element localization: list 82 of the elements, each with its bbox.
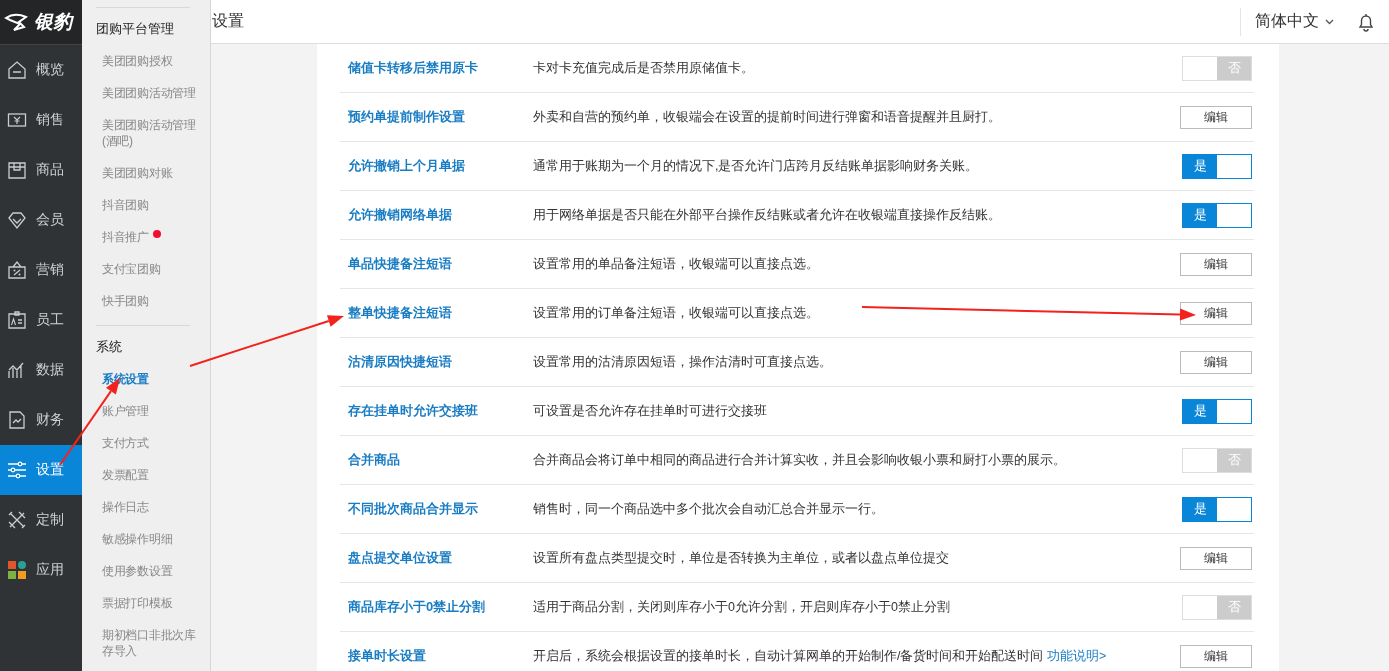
setting-name: 商品库存小于0禁止分割 — [347, 598, 487, 616]
nav-item[interactable]: 财务 — [0, 395, 82, 445]
submenu-item[interactable]: 美团团购活动管理(酒吧) — [96, 117, 206, 149]
toggle-switch[interactable]: 是 — [1182, 202, 1252, 228]
caret-icon — [1325, 18, 1334, 25]
tools-icon — [7, 510, 27, 530]
toggle-switch[interactable]: 是 — [1182, 398, 1252, 424]
setting-description: 可设置是否允许存在挂单时可进行交接班 — [533, 403, 767, 418]
edit-button[interactable]: 编辑 — [1180, 546, 1252, 570]
setting-description: 设置常用的订单备注短语，收银端可以直接点选。 — [533, 305, 819, 320]
toggle-switch[interactable]: 是 — [1182, 153, 1252, 179]
setting-name: 整单快捷备注短语 — [347, 304, 453, 322]
language-selector[interactable]: 简体中文 — [1240, 7, 1346, 36]
submenu-item[interactable]: 美团团购活动管理 — [96, 85, 206, 101]
nav-item[interactable]: 应用 — [0, 545, 82, 595]
setting-description: 销售时，同一个商品选中多个批次会自动汇总合并显示一行。 — [533, 501, 884, 516]
submenu-item[interactable]: 发票配置 — [96, 467, 206, 483]
submenu-item[interactable]: 账户管理 — [96, 403, 206, 419]
nav-item[interactable]: 商品 — [0, 145, 82, 195]
nav-item[interactable]: 数据 — [0, 345, 82, 395]
setting-name: 单品快捷备注短语 — [347, 255, 453, 273]
nav-item[interactable]: 营销 — [0, 245, 82, 295]
setting-name: 预约单提前制作设置 — [347, 108, 466, 126]
setting-description: 适用于商品分割，关闭则库存小于0允许分割，开启则库存小于0禁止分割 — [533, 599, 950, 614]
submenu-item[interactable]: 操作日志 — [96, 499, 206, 515]
apps-icon — [7, 560, 27, 580]
setting-description: 合并商品会将订单中相同的商品进行合并计算实收，并且会影响收银小票和厨打小票的展示。 — [533, 452, 1066, 467]
setting-name: 存在挂单时允许交接班 — [347, 402, 479, 420]
logo-icon — [4, 13, 28, 31]
notification-bell-icon[interactable] — [1356, 11, 1376, 32]
nav-item[interactable]: 员工 — [0, 295, 82, 345]
logo-text: 银豹 — [34, 10, 72, 34]
edit-button[interactable]: 编辑 — [1180, 105, 1252, 129]
discount-icon — [7, 260, 27, 280]
submenu-item[interactable]: 使用参数设置 — [96, 563, 206, 579]
nav-item[interactable]: 定制 — [0, 495, 82, 545]
submenu-item[interactable]: 支付方式 — [96, 435, 206, 451]
menu-group-title: 系统 — [96, 338, 123, 356]
submenu-item[interactable]: 票据打印模板 — [96, 595, 206, 611]
setting-description: 设置常用的单品备注短语，收银端可以直接点选。 — [533, 256, 819, 271]
setting-name: 接单时长设置 — [347, 647, 427, 665]
setting-description: 设置所有盘点类型提交时，单位是否转换为主单位，或者以盘点单位提交 — [533, 550, 949, 565]
setting-name: 合并商品 — [347, 451, 401, 469]
submenu-item[interactable]: 支付宝团购 — [96, 261, 206, 277]
id-card-icon — [7, 310, 27, 330]
nav-item[interactable]: 概览 — [0, 45, 82, 95]
help-link[interactable]: 功能说明> — [1046, 648, 1107, 663]
home-icon — [7, 60, 27, 80]
setting-name: 盘点提交单位设置 — [347, 549, 453, 567]
edit-button[interactable]: 编辑 — [1180, 301, 1252, 325]
nav-item[interactable]: 会员 — [0, 195, 82, 245]
setting-description: 外卖和自营的预约单，收银端会在设置的提前时间进行弹窗和语音提醒并且厨打。 — [533, 109, 1001, 124]
edit-button[interactable]: 编辑 — [1180, 644, 1252, 668]
settings-icon — [7, 460, 27, 480]
setting-name: 允许撤销网络单据 — [347, 206, 453, 224]
setting-description: 设置常用的沽清原因短语，操作沽清时可直接点选。 — [533, 354, 832, 369]
submenu-item[interactable]: 美团团购授权 — [96, 53, 206, 69]
submenu-item[interactable]: 美团团购对账 — [96, 165, 206, 181]
toggle-switch[interactable]: 是 — [1182, 496, 1252, 522]
document-icon — [7, 410, 27, 430]
setting-description: 卡对卡充值完成后是否禁用原储值卡。 — [533, 60, 754, 75]
submenu-item[interactable]: 抖音团购 — [96, 197, 206, 213]
setting-name: 允许撤销上个月单据 — [347, 157, 466, 175]
setting-description: 通常用于账期为一个月的情况下,是否允许门店跨月反结账单据影响财务关账。 — [533, 158, 979, 173]
banknote-icon — [7, 110, 27, 130]
setting-name: 不同批次商品合并显示 — [347, 500, 479, 518]
setting-description: 用于网络单据是否只能在外部平台操作反结账或者允许在收银端直接操作反结账。 — [533, 207, 1001, 222]
setting-name: 储值卡转移后禁用原卡 — [346, 59, 479, 77]
edit-button[interactable]: 编辑 — [1180, 350, 1252, 374]
diamond-icon — [7, 210, 27, 230]
setting-name: 沽清原因快捷短语 — [347, 353, 453, 371]
submenu-item[interactable]: 期初档口非批次库存导入 — [96, 627, 206, 659]
submenu-item[interactable]: 抖音推广 — [96, 229, 206, 245]
submenu-item[interactable]: 快手团购 — [96, 293, 206, 309]
edit-button[interactable]: 编辑 — [1180, 252, 1252, 276]
setting-description: 开启后，系统会根据设置的接单时长，自动计算网单的开始制作/备货时间和开始配送时间 — [533, 648, 1044, 663]
submenu-item[interactable]: 敏感操作明细 — [96, 531, 206, 547]
box-icon — [7, 160, 27, 180]
page-title: 设置 — [212, 11, 244, 31]
nav-item[interactable]: 设置 — [0, 445, 82, 495]
menu-group-title: 团购平台管理 — [96, 20, 175, 38]
nav-item[interactable]: 销售 — [0, 95, 82, 145]
